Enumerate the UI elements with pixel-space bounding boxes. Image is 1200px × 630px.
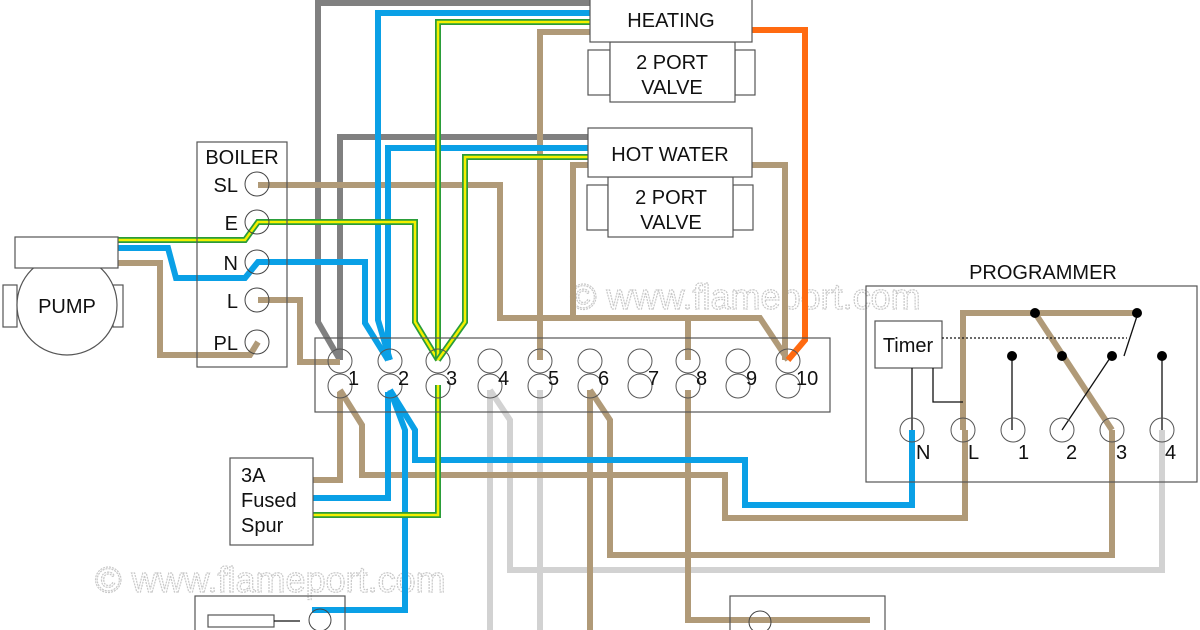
programmer-terminal-label: 2 xyxy=(1066,442,1077,464)
pump-label: PUMP xyxy=(38,296,96,318)
terminal-label: 4 xyxy=(498,368,509,390)
fused-spur-line3: Spur xyxy=(241,515,284,537)
boiler-terminal-label: L xyxy=(227,291,238,313)
terminal-label: 1 xyxy=(348,368,359,390)
hot-water-valve-line2: VALVE xyxy=(640,212,702,234)
heating-label: HEATING xyxy=(627,10,714,32)
fused-spur-line1: 3A xyxy=(241,465,266,487)
programmer-terminal-label: 4 xyxy=(1165,442,1176,464)
timer-label: Timer xyxy=(883,335,934,357)
wires-grey xyxy=(315,0,590,362)
boiler-terminal-label: SL xyxy=(214,175,238,197)
wires-earth xyxy=(118,19,590,518)
programmer-terminal-label: 1 xyxy=(1018,442,1029,464)
programmer-terminal-label: L xyxy=(968,442,979,464)
wiring-diagram: © www.flameport.com © www.flameport.com xyxy=(2,0,1198,630)
programmer-title: PROGRAMMER xyxy=(969,262,1117,284)
boiler-terminal-label: E xyxy=(225,213,238,235)
terminal-label: 9 xyxy=(746,368,757,390)
fused-spur: 3A Fused Spur xyxy=(229,457,314,546)
fused-spur-line2: Fused xyxy=(241,490,297,512)
terminal-label: 7 xyxy=(648,368,659,390)
hot-water-valve-line1: 2 PORT xyxy=(635,187,707,209)
bottom-device-right xyxy=(729,595,886,630)
boiler: BOILER SL E N L PL xyxy=(196,141,288,368)
terminal-label: 10 xyxy=(796,368,818,390)
terminal-label: 8 xyxy=(696,368,707,390)
watermark: © www.flameport.com xyxy=(570,276,921,317)
boiler-terminal-label: PL xyxy=(214,333,238,355)
hot-water-label: HOT WATER xyxy=(611,144,728,166)
terminal-label: 3 xyxy=(446,368,457,390)
hot-water-valve: HOT WATER 2 PORT VALVE xyxy=(586,127,754,238)
programmer-terminal-label: N xyxy=(916,442,930,464)
terminal-label: 2 xyxy=(398,368,409,390)
heating-valve-line1: 2 PORT xyxy=(636,52,708,74)
boiler-terminal-label: N xyxy=(224,253,238,275)
watermark: © www.flameport.com xyxy=(95,559,446,600)
terminal-label: 5 xyxy=(548,368,559,390)
pump: PUMP xyxy=(2,236,124,356)
terminal-label: 6 xyxy=(598,368,609,390)
heating-valve: HEATING 2 PORT VALVE xyxy=(587,0,756,103)
heating-valve-line2: VALVE xyxy=(641,77,703,99)
programmer-terminal-label: 3 xyxy=(1116,442,1127,464)
boiler-title: BOILER xyxy=(205,147,278,169)
